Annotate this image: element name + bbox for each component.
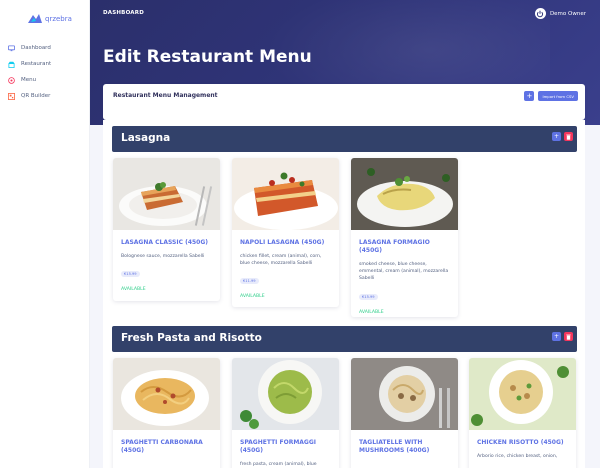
sidebar-item-menu[interactable]: Menu (0, 72, 89, 88)
management-actions: + Import from CSV (524, 91, 578, 101)
price-badge: €11.99 (240, 278, 259, 285)
category-actions: + (552, 132, 573, 141)
menu-item-card[interactable]: SPAGHETTI FORMAGGI (450G) fresh pasta, c… (232, 358, 339, 468)
add-item-button[interactable]: + (552, 332, 561, 341)
add-item-button[interactable]: + (552, 132, 561, 141)
item-description: smoked cheese, blue cheese, emmental, cr… (359, 262, 449, 282)
menu-item-card[interactable]: LASAGNA CLASSIC (450G) Bolognese sauce, … (113, 158, 220, 301)
category-title: Lasagna (121, 132, 171, 144)
delete-category-button[interactable] (564, 332, 573, 341)
sidebar-item-label: QR Builder (21, 93, 51, 99)
item-name: NAPOLI LASAGNA (450G) (240, 239, 325, 246)
zebra-logo-icon (28, 14, 42, 23)
user-name: Demo Owner (549, 10, 586, 17)
napoli-lasagna-image (232, 158, 339, 230)
item-name: LASAGNA FORMAGIO (450G) (359, 239, 430, 255)
price-badge: €15.99 (121, 271, 140, 278)
plus-icon: + (553, 133, 560, 140)
logo-text: qrzebra (45, 15, 72, 23)
sidebar-nav: Dashboard Restaurant Menu QR Builder (0, 40, 89, 104)
trash-icon (566, 334, 571, 340)
category-actions: + (552, 332, 573, 341)
trash-icon (566, 134, 571, 140)
plus-icon: + (553, 333, 560, 340)
item-name: SPAGHETTI FORMAGGI (450G) (240, 439, 317, 455)
menu-item-card[interactable]: TAGLIATELLE WITH MUSHROOMS (400G) (351, 358, 458, 468)
spaghetti-carbonara-image (113, 358, 220, 430)
sidebar: qrzebra Dashboard Restaurant Menu QR Bui… (0, 0, 90, 468)
sidebar-item-label: Menu (21, 77, 37, 83)
menu-item-card[interactable]: SPAGHETTI CARBONARA (450G) (113, 358, 220, 468)
menu-management-card: Restaurant Menu Management + Import from… (103, 84, 585, 120)
availability-status: AVAILABLE (121, 287, 146, 293)
item-description: chicken fillet, cream (animal), corn, bl… (240, 254, 322, 267)
item-name: SPAGHETTI CARBONARA (450G) (121, 439, 203, 455)
sidebar-item-qr-builder[interactable]: QR Builder (0, 88, 89, 104)
menu-item-card[interactable]: LASAGNA FORMAGIO (450G) smoked cheese, b… (351, 158, 458, 317)
page-title: Edit Restaurant Menu (103, 47, 312, 67)
item-description: Bolognese sauce, mozzarella Sabelli (121, 254, 205, 260)
power-icon (534, 8, 546, 19)
import-csv-button[interactable]: Import from CSV (538, 91, 578, 101)
lasagna-formagio-image (351, 158, 458, 230)
menu-item-card[interactable]: CHICKEN RISOTTO (450G) Arborio rice, chi… (469, 358, 576, 468)
spaghetti-formaggi-image (232, 358, 339, 430)
category-header-fresh-pasta-and-risotto: Fresh Pasta and Risotto + (112, 326, 577, 352)
category-title: Fresh Pasta and Risotto (121, 332, 262, 344)
menu-icon (8, 76, 15, 84)
qr-icon (8, 92, 15, 100)
chicken-risotto-image (469, 358, 576, 430)
tagliatelle-mushrooms-image (351, 358, 458, 430)
category-header-lasagna: Lasagna + (112, 126, 577, 152)
availability-status: AVAILABLE (240, 294, 265, 300)
sidebar-item-label: Restaurant (21, 61, 52, 67)
lasagna-classic-image (113, 158, 220, 230)
item-name: CHICKEN RISOTTO (450G) (477, 439, 564, 446)
management-title: Restaurant Menu Management (113, 92, 218, 99)
sidebar-item-restaurant[interactable]: Restaurant (0, 56, 89, 72)
brand-logo[interactable]: qrzebra (0, 0, 89, 30)
sidebar-item-label: Dashboard (21, 45, 51, 51)
availability-status: AVAILABLE (359, 309, 384, 315)
item-description: Arborio rice, chicken breast, onion, (477, 454, 558, 460)
monitor-icon (8, 44, 15, 51)
price-badge: €15.99 (359, 293, 378, 300)
breadcrumb[interactable]: DASHBOARD (103, 10, 144, 16)
shop-icon (8, 61, 15, 68)
item-description: fresh pasta, cream (animal), blue (240, 462, 317, 468)
delete-category-button[interactable] (564, 132, 573, 141)
menu-item-card[interactable]: NAPOLI LASAGNA (450G) chicken fillet, cr… (232, 158, 339, 307)
sidebar-item-dashboard[interactable]: Dashboard (0, 40, 89, 56)
add-category-button[interactable]: + (524, 91, 535, 101)
item-name: TAGLIATELLE WITH MUSHROOMS (400G) (359, 439, 430, 455)
item-name: LASAGNA CLASSIC (450G) (121, 239, 209, 246)
user-menu[interactable]: Demo Owner (534, 8, 586, 19)
